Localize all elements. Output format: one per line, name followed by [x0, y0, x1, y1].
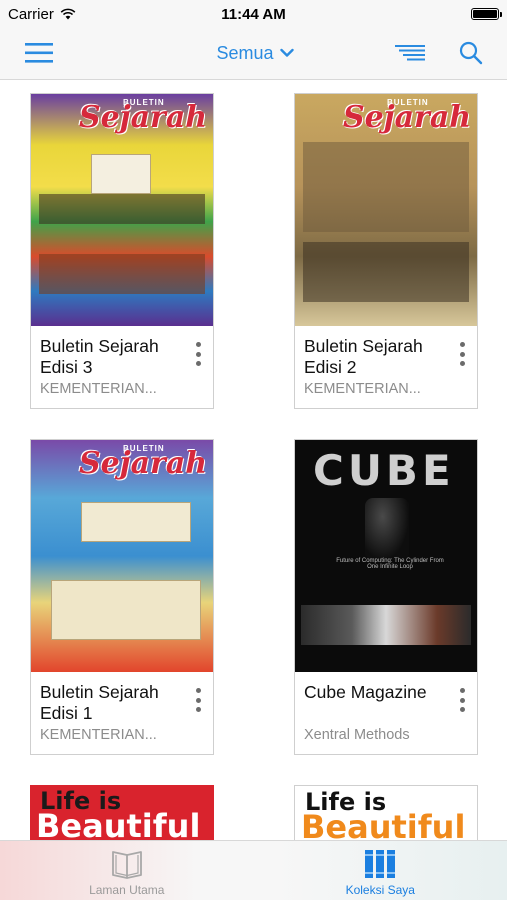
sort-button[interactable] [394, 38, 426, 68]
battery-icon [471, 8, 502, 20]
book-cover[interactable]: BULETIN Sejarah [31, 94, 213, 326]
more-options-button[interactable] [455, 686, 469, 714]
more-options-button[interactable] [191, 340, 205, 368]
tab-bar: Laman Utama Koleksi Saya [0, 840, 507, 900]
cover-title: CUBE [313, 446, 455, 495]
tab-koleksi-saya[interactable]: Koleksi Saya [254, 841, 507, 900]
book-card[interactable]: BULETIN Sejarah Buletin Sejarah Edisi 1 … [30, 439, 214, 755]
tab-label: Laman Utama [89, 883, 165, 897]
status-time: 11:44 AM [221, 5, 286, 23]
cover-illustration [81, 502, 191, 542]
book-cover[interactable]: BULETIN Sejarah [295, 94, 477, 326]
library-icon [365, 850, 396, 878]
more-options-button[interactable] [455, 340, 469, 368]
cover-title: Sejarah [343, 100, 472, 135]
book-publisher: KEMENTERIAN... [40, 381, 157, 397]
navigation-bar: Semua [0, 28, 507, 80]
menu-button[interactable] [24, 38, 54, 68]
book-publisher: KEMENTERIAN... [304, 381, 421, 397]
search-button[interactable] [456, 38, 486, 68]
sort-icon [395, 45, 425, 61]
book-card[interactable]: Life is Beautiful [294, 785, 478, 840]
book-cover[interactable]: CUBE Future of Computing: The Cylinder F… [295, 440, 477, 672]
filter-dropdown[interactable]: Semua [200, 38, 310, 68]
cover-illustration [365, 498, 409, 560]
book-title[interactable]: Cube Magazine [304, 682, 444, 703]
app-screen: Carrier 11:44 AM Semua BULETIN Sejarah B… [0, 0, 507, 900]
cover-tagline: Future of Computing: The Cylinder From O… [336, 558, 444, 570]
book-publisher: KEMENTERIAN... [40, 727, 157, 743]
cover-title: Sejarah [79, 100, 208, 135]
status-bar: Carrier 11:44 AM [0, 0, 507, 28]
tab-label: Koleksi Saya [345, 883, 415, 897]
collection-grid: BULETIN Sejarah Buletin Sejarah Edisi 3 … [0, 80, 507, 840]
wifi-icon [60, 8, 76, 20]
book-card[interactable]: Life is Beautiful [30, 785, 214, 840]
cover-title: Sejarah [79, 446, 208, 481]
book-title[interactable]: Buletin Sejarah Edisi 2 [304, 336, 444, 378]
cover-illustration [91, 154, 151, 194]
chevron-down-icon [279, 48, 294, 57]
book-open-icon [111, 851, 142, 879]
search-icon [459, 41, 483, 65]
book-publisher: Xentral Methods [304, 727, 410, 743]
book-card[interactable]: BULETIN Sejarah Buletin Sejarah Edisi 3 … [30, 93, 214, 409]
cover-title-line2: Beautiful [301, 808, 466, 840]
book-cover[interactable]: BULETIN Sejarah [31, 440, 213, 672]
book-title[interactable]: Buletin Sejarah Edisi 1 [40, 682, 180, 724]
carrier-label: Carrier [8, 5, 54, 23]
cover-illustration [303, 142, 469, 232]
book-card[interactable]: BULETIN Sejarah Buletin Sejarah Edisi 2 … [294, 93, 478, 409]
filter-label: Semua [216, 42, 274, 63]
book-card[interactable]: CUBE Future of Computing: The Cylinder F… [294, 439, 478, 755]
cover-title-line2: Beautiful [36, 807, 201, 840]
tab-laman-utama[interactable]: Laman Utama [0, 841, 254, 900]
hamburger-icon [25, 43, 53, 63]
more-options-button[interactable] [191, 686, 205, 714]
book-title[interactable]: Buletin Sejarah Edisi 3 [40, 336, 180, 378]
